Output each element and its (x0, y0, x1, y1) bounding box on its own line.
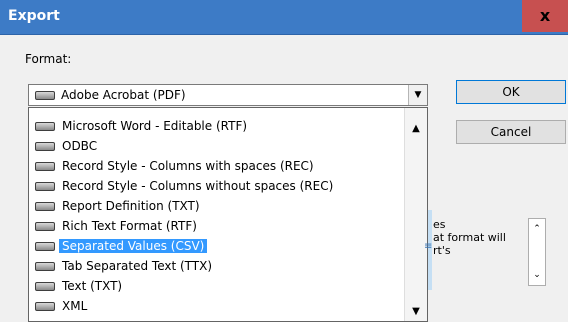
description-line: es (433, 218, 446, 231)
close-button[interactable]: x (522, 0, 568, 32)
list-item-label: Separated Values (CSV) (59, 239, 208, 253)
list-item[interactable]: Rich Text Format (RTF) (30, 217, 404, 236)
drive-icon (35, 91, 55, 100)
list-item-label: Report Definition (TXT) (62, 199, 200, 213)
window-title: Export (8, 8, 60, 24)
chevron-up-icon[interactable]: ▲ (405, 120, 427, 138)
dropdown-scrollbar[interactable]: ▲ ▼ (404, 108, 427, 321)
drive-icon (35, 162, 55, 171)
list-item-label: Text (TXT) (62, 279, 123, 293)
drive-icon (35, 262, 55, 271)
list-item[interactable]: Text (TXT) (30, 277, 404, 296)
list-item[interactable]: Record Style - Columns without spaces (R… (30, 177, 404, 196)
list-item[interactable]: Record Style - Columns with spaces (REC) (30, 157, 404, 176)
drive-icon (35, 302, 55, 311)
format-description: es at format will rt's (433, 218, 523, 257)
drive-icon (35, 182, 55, 191)
list-item-label: XML (62, 299, 88, 313)
close-icon: x (539, 6, 551, 25)
drive-icon (35, 142, 55, 151)
chevron-down-icon[interactable]: ▼ (405, 303, 427, 321)
ok-button[interactable]: OK (456, 80, 566, 104)
list-item[interactable]: ODBC (30, 137, 404, 156)
drive-icon (35, 282, 55, 291)
chevron-down-icon[interactable]: ⌄ (529, 267, 545, 283)
format-label: Format: (25, 52, 72, 66)
description-line: rt's (433, 244, 451, 257)
format-dropdown-list[interactable]: Microsoft Word - Editable (RTF) ODBC Rec… (28, 107, 428, 322)
description-line: at format will (433, 231, 506, 244)
list-item-label: Rich Text Format (RTF) (62, 219, 197, 233)
list-item[interactable]: XML (30, 297, 404, 316)
list-item[interactable]: Report Definition (TXT) (30, 197, 404, 216)
list-item-selected[interactable]: Separated Values (CSV) (30, 237, 404, 256)
cancel-button[interactable]: Cancel (456, 120, 566, 144)
list-item[interactable]: Tab Separated Text (TTX) (30, 257, 404, 276)
list-item-label: Record Style - Columns with spaces (REC) (62, 159, 314, 173)
drive-icon (35, 222, 55, 231)
list-item-label: Tab Separated Text (TTX) (62, 259, 213, 273)
export-dialog: Export x Format: Adobe Acrobat (PDF) ▼ M… (0, 0, 568, 322)
list-item-label: Microsoft Word - Editable (RTF) (62, 119, 248, 133)
title-bar[interactable]: Export x (0, 0, 568, 35)
chevron-up-icon[interactable]: ⌃ (529, 221, 545, 237)
drive-icon (35, 242, 55, 251)
format-selected-value: Adobe Acrobat (PDF) (61, 88, 186, 102)
drive-icon (35, 122, 55, 131)
list-item-label: ODBC (62, 139, 98, 153)
drive-icon (35, 202, 55, 211)
format-combobox[interactable]: Adobe Acrobat (PDF) ▼ (28, 84, 428, 106)
list-item-label: Record Style - Columns without spaces (R… (62, 179, 334, 193)
chevron-down-icon[interactable]: ▼ (408, 85, 427, 105)
list-item[interactable]: Microsoft Word - Editable (RTF) (30, 117, 404, 136)
description-scrollbar[interactable]: ⌃ ⌄ (528, 218, 546, 286)
description-panel: ≡ es at format will rt's ⌃ ⌄ (424, 210, 558, 290)
